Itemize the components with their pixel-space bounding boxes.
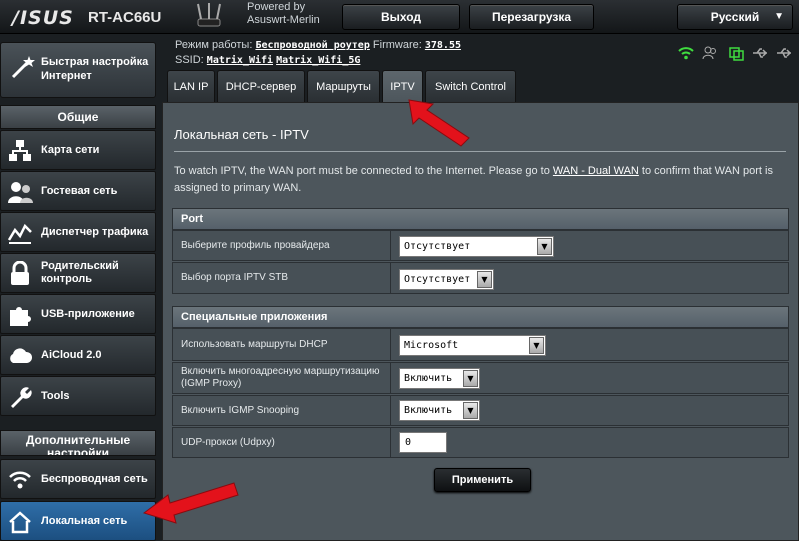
section-port-header: Port (172, 208, 789, 230)
magic-wand-icon (11, 56, 35, 79)
igmp-snooping-select[interactable]: Включить ▼ (399, 400, 480, 421)
chevron-down-icon: ▼ (537, 238, 552, 255)
section-special-apps-header: Специальные приложения (172, 306, 789, 328)
wan-dual-wan-link[interactable]: WAN - Dual WAN (553, 165, 639, 177)
sidebar-item-lan[interactable]: Локальная сеть (0, 501, 156, 541)
traffic-manager-icon (7, 223, 32, 244)
sidebar-item-wireless[interactable]: Беспроводная сеть (0, 459, 156, 499)
sidebar-item-guest-network[interactable]: Гостевая сеть (0, 171, 156, 211)
tab-lan-ip[interactable]: LAN IP (167, 70, 215, 102)
operation-mode-link[interactable]: Беспроводной роутер (255, 40, 369, 51)
chevron-down-icon: ▼ (529, 337, 544, 354)
router-model: RT-AC66U (88, 9, 162, 26)
tab-routes[interactable]: Маршруты (307, 70, 380, 102)
top-bar: /ISUS RT-AC66U Powered by Asuswrt-Merlin… (0, 0, 799, 34)
udpxy-row: UDP-прокси (Udpxy) 0 (172, 427, 789, 458)
aicloud-icon (10, 348, 33, 363)
tools-wrench-icon (11, 387, 32, 408)
iptv-stb-port-row: Выбор порта IPTV STB Отсутствует ▼ (172, 262, 789, 294)
chevron-down-icon: ▼ (774, 11, 784, 22)
guest-network-icon (8, 182, 33, 203)
usb-status-icon-2[interactable] (776, 45, 792, 61)
sidebar-item-aicloud[interactable]: AiCloud 2.0 (0, 335, 156, 375)
provider-profile-row: Выберите профиль провайдера Отсутствует … (172, 230, 789, 261)
iptv-description: To watch IPTV, the WAN port must be conn… (174, 165, 773, 194)
wireless-icon (9, 471, 31, 489)
annotation-arrow-lan (142, 482, 239, 524)
sidebar-item-usb-app[interactable]: USB-приложение (0, 294, 156, 334)
igmp-proxy-row: Включить многоадресную маршрутизацию (IG… (172, 362, 789, 394)
udpxy-input[interactable]: 0 (399, 432, 447, 453)
powered-by: Powered by Asuswrt-Merlin (247, 1, 320, 26)
lan-home-icon (9, 511, 31, 534)
wifi-status-icon[interactable] (678, 45, 694, 61)
advanced-header: Дополнительные настройки (0, 430, 156, 456)
provider-profile-select[interactable]: Отсутствует ▼ (399, 236, 554, 257)
annotation-arrow-iptv (408, 99, 470, 147)
igmp-snooping-row: Включить IGMP Snooping Включить ▼ (172, 395, 789, 426)
apply-button[interactable]: Применить (434, 468, 531, 492)
internet-status-icon[interactable] (728, 45, 744, 61)
reboot-button[interactable]: Перезагрузка (469, 4, 594, 30)
sidebar-item-tools[interactable]: Tools (0, 376, 156, 416)
dhcp-routes-select[interactable]: Microsoft ▼ (399, 335, 546, 356)
sidebar-item-network-map[interactable]: Карта сети (0, 130, 156, 170)
general-header: Общие (0, 105, 156, 129)
quick-setup-button[interactable]: Быстрая настройка Интернет (0, 42, 156, 98)
title-divider (174, 151, 786, 152)
asus-logo: /ISUS (12, 7, 74, 29)
chevron-down-icon: ▼ (463, 402, 478, 419)
firmware-link[interactable]: 378.55 (425, 40, 461, 51)
status-info: Режим работы: Беспроводной роутер Firmwa… (175, 39, 461, 66)
network-map-icon (9, 140, 31, 161)
page-title: Локальная сеть - IPTV (174, 127, 309, 142)
usb-puzzle-icon (10, 307, 31, 326)
tab-dhcp-server[interactable]: DHCP-сервер (217, 70, 305, 102)
iptv-stb-port-select[interactable]: Отсутствует ▼ (399, 269, 494, 290)
parental-lock-icon (11, 261, 29, 285)
clients-status-icon[interactable] (702, 45, 718, 61)
usb-status-icon[interactable] (752, 45, 768, 61)
ssid-5g-link[interactable]: Matrix_Wifi_5G (276, 55, 360, 66)
logout-button[interactable]: Выход (342, 4, 460, 30)
sidebar-item-traffic-manager[interactable]: Диспетчер трафика (0, 212, 156, 252)
igmp-proxy-select[interactable]: Включить ▼ (399, 368, 480, 389)
sidebar-item-parental-control[interactable]: Родительский контроль (0, 253, 156, 293)
chevron-down-icon: ▼ (463, 370, 478, 387)
router-icon (197, 3, 221, 27)
ssid-2g-link[interactable]: Matrix_Wifi (207, 55, 273, 66)
dhcp-routes-row: Использовать маршруты DHCP Microsoft ▼ (172, 328, 789, 361)
chevron-down-icon: ▼ (477, 271, 492, 288)
language-select[interactable]: Русский ▼ (677, 4, 793, 30)
